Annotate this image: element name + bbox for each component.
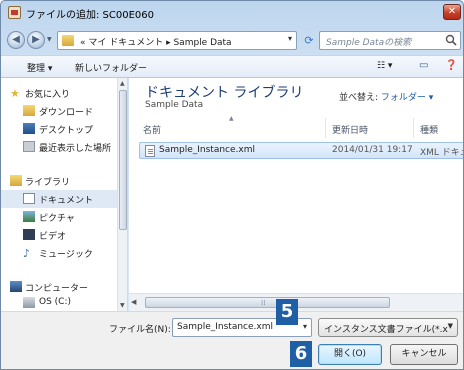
sidebar-item-videos[interactable]: ビデオ — [1, 226, 117, 244]
file-row[interactable]: Sample_Instance.xml 2014/01/31 19:17 XML… — [139, 142, 463, 159]
close-button[interactable]: ✕ — [443, 4, 461, 20]
filetype-select[interactable]: インスタンス文書ファイル(*.x ▼ — [318, 318, 458, 337]
horizontal-scroll-thumb[interactable]: ⁞⁞ — [145, 297, 390, 308]
search-placeholder: Sample Dataの検索 — [326, 38, 412, 48]
filename-dropdown-icon[interactable]: ▾ — [303, 322, 307, 331]
navigation-bar: ◀ ▶ ▼ « マイ ドキュメント ▸ Sample Data ▾ ⟳ Samp… — [1, 25, 463, 55]
open-button[interactable]: 開く(O) — [318, 344, 382, 365]
column-divider[interactable] — [325, 118, 326, 138]
file-name: Sample_Instance.xml — [159, 145, 255, 155]
search-icon[interactable] — [445, 34, 457, 46]
forward-button[interactable]: ▶ — [27, 31, 45, 49]
column-header-name[interactable]: 名前 — [143, 123, 161, 136]
filetype-value: インスタンス文書ファイル(*.x — [324, 325, 448, 335]
address-dropdown-icon[interactable]: ▾ — [288, 34, 292, 43]
column-divider[interactable] — [413, 118, 414, 138]
recent-pages-chevron-icon[interactable]: ▼ — [47, 37, 53, 43]
address-path[interactable]: « マイ ドキュメント ▸ Sample Data — [80, 35, 232, 48]
sidebar-item-music[interactable]: ♪ ミュージック — [1, 244, 117, 262]
sort-ascending-icon: ▲ — [229, 115, 234, 122]
file-list-pane: ドキュメント ライブラリ Sample Data 並べ替え: フォルダー ▾ ▲… — [129, 78, 463, 293]
file-date: 2014/01/31 19:17 — [332, 145, 413, 155]
sidebar-item-favorites[interactable]: ★ お気に入り — [1, 84, 117, 102]
xml-file-icon — [145, 145, 155, 157]
file-dialog: ファイルの追加: SC00E060 ✕ ◀ ▶ ▼ « マイ ドキュメント ▸ … — [0, 0, 464, 370]
window-title: ファイルの追加: SC00E060 — [26, 10, 155, 21]
app-icon — [8, 6, 21, 19]
music-note-icon: ♪ — [23, 247, 31, 260]
preview-pane-icon[interactable]: ▭ — [419, 60, 428, 71]
sidebar-item-downloads[interactable]: ダウンロード — [1, 102, 117, 120]
sidebar-item-documents[interactable]: ドキュメント — [1, 190, 117, 208]
download-folder-icon — [23, 105, 35, 116]
library-subtitle: Sample Data — [145, 100, 204, 110]
step-badge-5: 5 — [276, 299, 298, 325]
pictures-icon — [23, 211, 35, 222]
refresh-icon[interactable]: ⟳ — [301, 33, 317, 49]
view-options-button[interactable]: ☷ ▾ — [377, 61, 392, 71]
documents-icon — [23, 193, 35, 204]
scroll-down-icon[interactable]: ▼ — [120, 302, 125, 309]
scroll-left-icon[interactable]: ◀ — [131, 298, 136, 306]
scroll-grip-icon: ⁞⁞ — [261, 299, 266, 307]
scroll-up-icon[interactable]: ▲ — [120, 80, 125, 87]
column-header-date[interactable]: 更新日時 — [332, 123, 368, 136]
sidebar-item-recent-places[interactable]: 最近表示した場所 — [1, 138, 117, 156]
drive-icon — [23, 297, 35, 308]
file-type: XML ドキュメ — [420, 148, 463, 158]
help-icon[interactable]: ❓ — [445, 60, 457, 71]
library-title: ドキュメント ライブラリ — [145, 85, 304, 101]
step-badge-6: 6 — [290, 341, 312, 367]
arrange-label: 並べ替え: — [339, 93, 379, 103]
search-input[interactable]: Sample Dataの検索 — [319, 31, 461, 50]
arrange-by: 並べ替え: フォルダー ▾ — [339, 90, 433, 103]
navigation-scroll-thumb[interactable] — [119, 90, 127, 230]
address-bar[interactable]: « マイ ドキュメント ▸ Sample Data ▾ — [57, 31, 297, 50]
command-toolbar: 整理 ▾ 新しいフォルダー ☷ ▾ ▭ ❓ — [1, 55, 463, 78]
sidebar-item-desktop[interactable]: デスクトップ — [1, 120, 117, 138]
dialog-footer: ファイル名(N): Sample_Instance.xml ▾ インスタンス文書… — [1, 311, 463, 369]
navigation-pane: ★ お気に入り ダウンロード デスクトップ 最近表示した場所 ライブラリ ドキュ… — [1, 78, 128, 311]
sidebar-item-libraries[interactable]: ライブラリ — [1, 172, 117, 190]
computer-icon — [10, 281, 22, 292]
filename-label: ファイル名(N): — [109, 325, 171, 335]
organize-menu[interactable]: 整理 ▾ — [27, 61, 52, 74]
filetype-dropdown-icon[interactable]: ▼ — [448, 322, 453, 330]
column-header-type[interactable]: 種類 — [420, 123, 438, 136]
sidebar-item-os-drive[interactable]: OS (C:) — [1, 294, 117, 311]
star-icon: ★ — [10, 87, 20, 100]
folder-icon — [62, 35, 74, 46]
filename-value[interactable]: Sample_Instance.xml — [177, 322, 273, 332]
back-button[interactable]: ◀ — [7, 31, 25, 49]
recent-places-icon — [23, 141, 35, 152]
sidebar-item-pictures[interactable]: ピクチャ — [1, 208, 117, 226]
library-icon — [10, 175, 22, 186]
cancel-button[interactable]: キャンセル — [390, 344, 458, 365]
new-folder-button[interactable]: 新しいフォルダー — [75, 61, 147, 74]
title-bar: ファイルの追加: SC00E060 ✕ — [1, 1, 463, 25]
videos-icon — [23, 229, 35, 240]
arrange-by-dropdown[interactable]: フォルダー ▾ — [381, 93, 433, 103]
navigation-scrollbar[interactable]: ▲ ▼ — [117, 78, 127, 311]
desktop-icon — [23, 123, 35, 134]
